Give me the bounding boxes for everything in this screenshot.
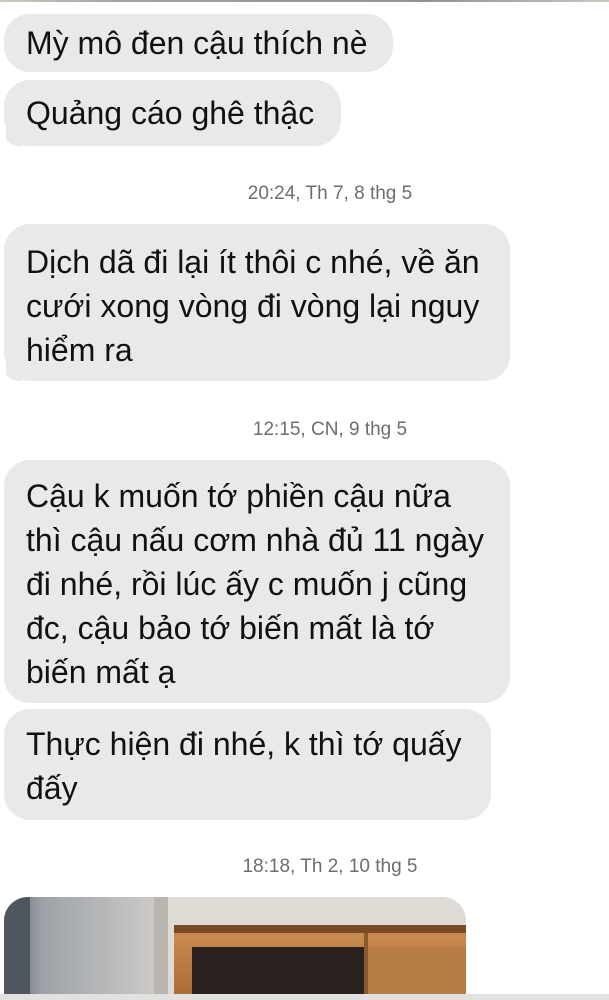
message-text: đi nhé, rồi lúc ấy c muốn j cũng [26,566,468,602]
timestamp-divider: 20:24, Th 7, 8 thg 5 [247,183,413,204]
message-text: thì cậu nấu cơm nhà đủ 11 ngày [26,522,485,558]
photo-attachment[interactable] [4,897,466,1000]
message-text: đc, cậu bảo tớ biến mất là tớ [26,610,435,646]
message-text: Quảng cáo ghê thậc [26,95,315,131]
message-text: Dịch dã đi lại ít thôi c nhé, về ăn [26,244,480,280]
message-text: Mỳ mô đen cậu thích nè [26,25,368,61]
message-text: cưới xong vòng đi vòng lại nguy [26,288,480,324]
message-bubble[interactable]: Cậu k muốn tớ phiền cậu nữa thì cậu nấu … [4,460,510,703]
timestamp-divider: 18:18, Th 2, 10 thg 5 [242,856,418,877]
message-bubble[interactable]: Quảng cáo ghê thậc [4,80,341,146]
message-text: biến mất ạ [26,654,176,690]
previous-image-edge [0,0,609,2]
message-bubble[interactable]: Mỳ mô đen cậu thích nè [4,14,393,72]
timestamp-divider: 12:15, CN, 9 thg 5 [252,419,408,440]
room-photo-image [4,897,466,1000]
bottom-edge [0,994,609,1000]
message-text: đấy [26,770,78,806]
message-bubble[interactable]: Dịch dã đi lại ít thôi c nhé, về ăn cưới… [4,224,510,381]
message-text: Cậu k muốn tớ phiền cậu nữa [26,478,451,514]
message-text: hiểm ra [26,332,133,368]
bubble-tail [0,124,22,146]
message-text: Thực hiện đi nhé, k thì tớ quấy [26,726,462,762]
bubble-tail [0,359,22,381]
message-bubble[interactable]: Thực hiện đi nhé, k thì tớ quấy đấy [4,709,491,820]
